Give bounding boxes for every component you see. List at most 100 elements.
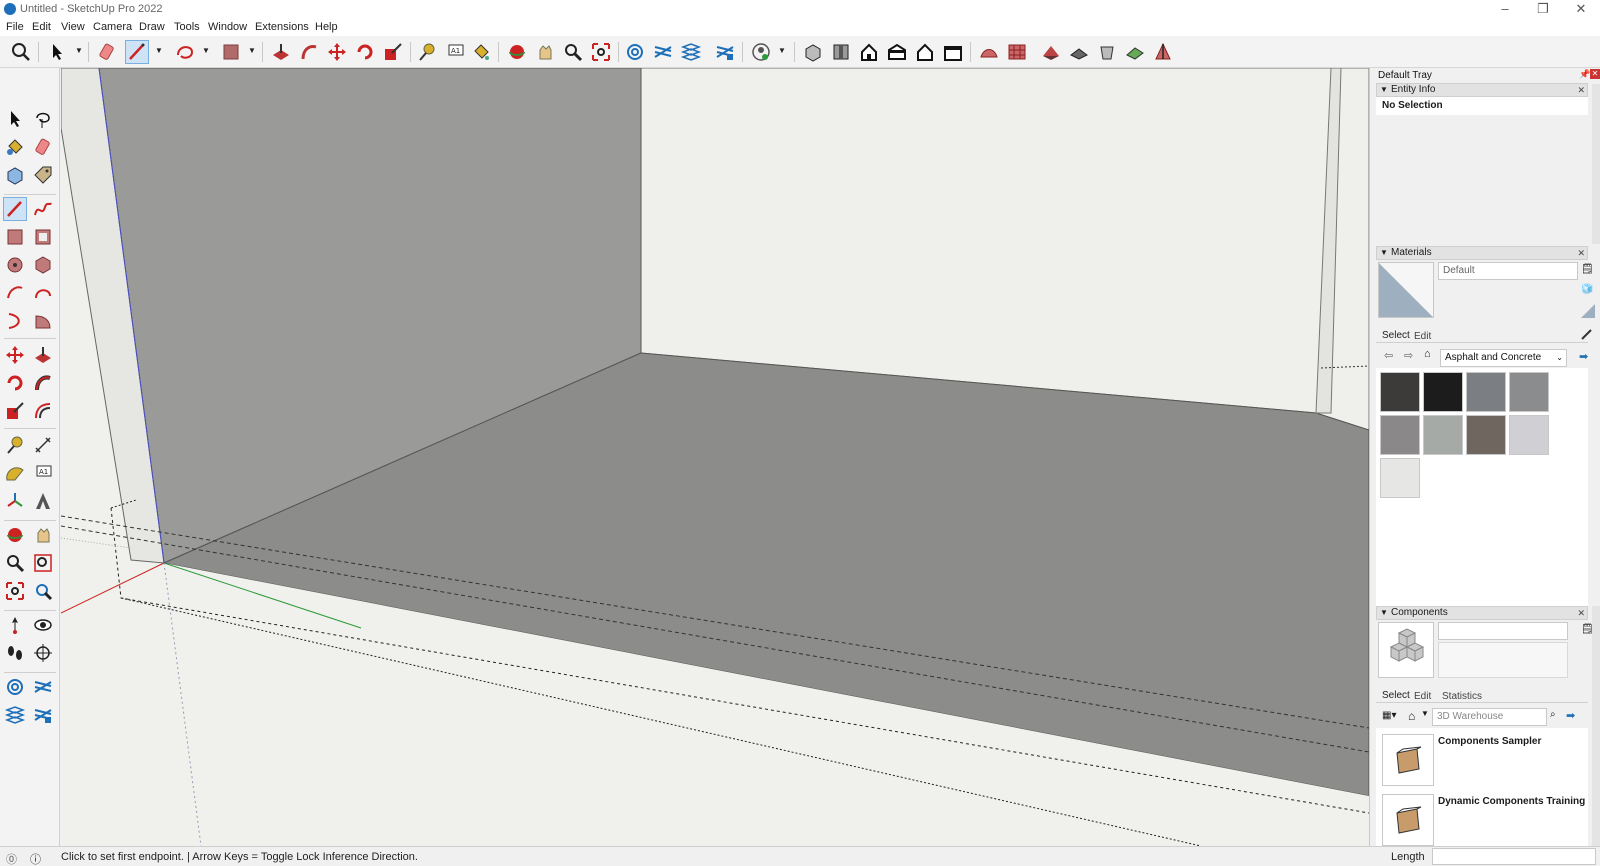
sandbox-from-contours-icon[interactable] — [978, 41, 1000, 63]
components-tab-select[interactable]: Select — [1382, 690, 1410, 701]
text-icon[interactable]: A1 — [32, 462, 54, 484]
dimension-icon[interactable] — [32, 434, 54, 456]
component-name-input[interactable] — [1438, 622, 1568, 640]
3d-text-icon[interactable] — [32, 490, 54, 512]
rotated-rectangle-icon[interactable] — [32, 226, 54, 248]
entity-info-header[interactable]: ▼ Entity Info ✕ — [1376, 83, 1588, 97]
geo-location-icon[interactable]: ⓪ — [6, 851, 17, 866]
offset-icon[interactable] — [32, 400, 54, 422]
back-view-icon[interactable] — [914, 41, 936, 63]
eyedropper-icon[interactable] — [1580, 327, 1594, 341]
measurement-input[interactable] — [1432, 848, 1596, 865]
line-pencil-icon[interactable] — [3, 197, 27, 221]
close-tray-icon[interactable]: ✕ — [1590, 69, 1600, 79]
drape-icon[interactable] — [1096, 41, 1118, 63]
close-window-button[interactable]: ✕ — [1566, 1, 1596, 17]
select-arrow-icon[interactable] — [4, 108, 26, 130]
material-name-input[interactable]: Default — [1438, 262, 1578, 280]
section-plane-crosshair-icon[interactable] — [32, 642, 54, 664]
add-detail-icon[interactable] — [1124, 41, 1146, 63]
zoom-window-icon[interactable] — [32, 552, 54, 574]
minimize-button[interactable]: – — [1490, 1, 1520, 17]
move-tool-icon[interactable] — [326, 41, 348, 63]
zoom-icon[interactable] — [562, 41, 584, 63]
orbit-icon[interactable] — [506, 41, 528, 63]
orbit-icon[interactable] — [4, 524, 26, 546]
pie-icon[interactable] — [32, 310, 54, 332]
select-dropdown-icon[interactable]: ▼ — [75, 46, 83, 56]
eraser-icon[interactable] — [32, 136, 54, 158]
material-swatch[interactable] — [1509, 415, 1549, 455]
rectangle-icon[interactable] — [4, 226, 26, 248]
paint-bucket-icon[interactable] — [4, 136, 26, 158]
material-swatch[interactable] — [1380, 372, 1420, 412]
info-icon[interactable]: ⓘ — [30, 851, 41, 866]
material-swatch[interactable] — [1423, 415, 1463, 455]
tape-measure-icon[interactable] — [416, 41, 438, 63]
modeling-viewport[interactable] — [61, 68, 1369, 846]
menu-draw[interactable]: Draw — [139, 21, 165, 33]
display-section-icon[interactable] — [652, 41, 674, 63]
material-swatch[interactable] — [1466, 372, 1506, 412]
lasso-select-icon[interactable] — [32, 108, 54, 130]
user-account-icon[interactable] — [750, 41, 772, 63]
position-camera-icon[interactable] — [4, 614, 26, 636]
forward-arrow-icon[interactable]: ⇨ — [1404, 349, 1413, 362]
material-swatch[interactable] — [1380, 415, 1420, 455]
components-tab-statistics[interactable]: Statistics — [1442, 691, 1482, 702]
pan-icon[interactable] — [32, 524, 54, 546]
follow-me-icon[interactable] — [32, 372, 54, 394]
close-panel-icon[interactable]: ✕ — [1577, 607, 1585, 619]
menu-file[interactable]: File — [6, 21, 24, 33]
look-around-icon[interactable] — [32, 614, 54, 636]
zoom-icon[interactable] — [4, 552, 26, 574]
front-view-icon[interactable] — [858, 41, 880, 63]
eraser-icon[interactable] — [96, 41, 118, 63]
home-icon[interactable]: ⌂ — [1424, 348, 1431, 360]
tag-tool-icon[interactable] — [32, 164, 54, 186]
navigate-dropdown-icon[interactable]: ▼ — [1421, 709, 1429, 718]
rectangle-dropdown-icon[interactable]: ▼ — [248, 46, 256, 56]
walk-icon[interactable] — [4, 642, 26, 664]
circle-icon[interactable] — [4, 254, 26, 276]
home-icon[interactable]: ⌂ — [1408, 709, 1415, 723]
pan-icon[interactable] — [534, 41, 556, 63]
top-view-icon[interactable] — [830, 41, 852, 63]
make-component-icon[interactable] — [4, 164, 26, 186]
section-cuts-icon[interactable] — [680, 41, 702, 63]
close-panel-icon[interactable]: ✕ — [1577, 247, 1585, 259]
tape-measure-icon[interactable] — [4, 434, 26, 456]
push-pull-icon[interactable] — [32, 344, 54, 366]
material-library-select[interactable]: Asphalt and Concrete ⌄ — [1440, 349, 1567, 367]
left-view-icon[interactable] — [942, 41, 964, 63]
two-point-arc-icon[interactable] — [32, 282, 54, 304]
menu-tools[interactable]: Tools — [174, 21, 200, 33]
section-cuts-icon[interactable] — [4, 704, 26, 726]
close-panel-icon[interactable]: ✕ — [1577, 84, 1585, 96]
account-dropdown-icon[interactable]: ▼ — [778, 46, 786, 56]
rotate-icon[interactable] — [4, 372, 26, 394]
default-material-icon[interactable] — [1581, 304, 1595, 318]
line-dropdown-icon[interactable]: ▼ — [155, 46, 163, 56]
flip-edge-icon[interactable] — [1152, 41, 1174, 63]
list-item[interactable]: Dynamic Components Training — [1376, 788, 1588, 846]
select-tool-icon[interactable] — [46, 41, 68, 63]
rotate-tool-icon[interactable] — [354, 41, 376, 63]
move-icon[interactable] — [4, 344, 26, 366]
circle-dropdown-icon[interactable]: ▼ — [202, 46, 210, 56]
arc-icon[interactable] — [4, 282, 26, 304]
components-header[interactable]: ▼ Components ✕ — [1376, 606, 1588, 620]
scale-tool-icon[interactable] — [382, 41, 404, 63]
zoom-extents-icon[interactable] — [4, 580, 26, 602]
material-swatch[interactable] — [1423, 372, 1463, 412]
push-pull-icon[interactable] — [270, 41, 292, 63]
circle-tool-icon[interactable] — [174, 41, 196, 63]
component-scrollbar[interactable] — [1592, 606, 1600, 846]
back-arrow-icon[interactable]: ⇦ — [1384, 349, 1393, 362]
details-arrow-icon[interactable]: ➡ — [1566, 709, 1575, 722]
material-bucket-icon[interactable]: 🧊 — [1581, 284, 1595, 298]
iso-view-icon[interactable] — [802, 41, 824, 63]
scale-icon[interactable] — [4, 400, 26, 422]
tray-scrollbar[interactable] — [1592, 84, 1600, 244]
materials-tab-edit[interactable]: Edit — [1414, 331, 1431, 342]
